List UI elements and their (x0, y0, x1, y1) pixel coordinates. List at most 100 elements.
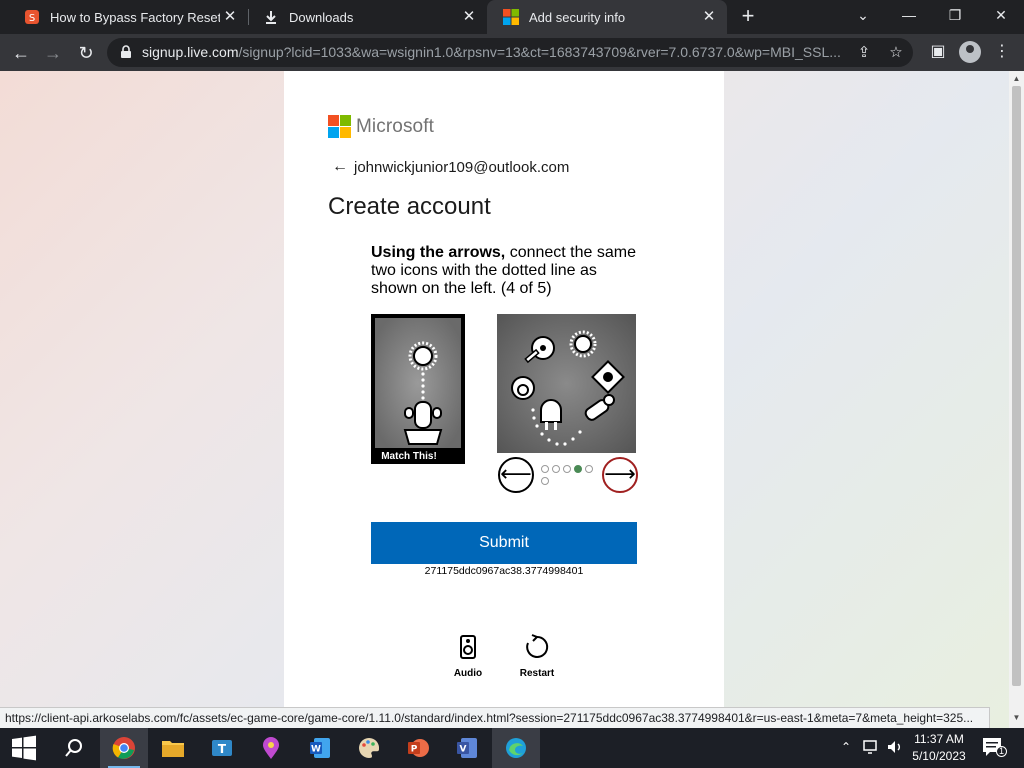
windows-logo-icon (12, 735, 36, 761)
shell-icon (511, 376, 535, 400)
taskbar-maps[interactable] (247, 728, 295, 768)
clock-date: 5/10/2023 (912, 749, 966, 763)
restart-label: Restart (519, 668, 555, 679)
tab-title: Add security info (529, 9, 626, 25)
address-bar[interactable]: signup.live.com/signup?lcid=1033&wa=wsig… (107, 38, 913, 67)
audio-label: Audio (453, 668, 483, 679)
restore-button[interactable]: ❐ (932, 0, 978, 30)
scroll-down-icon[interactable]: ▼ (1012, 713, 1021, 722)
instruction-bold: Using the arrows, (371, 244, 506, 261)
volume-icon[interactable] (884, 738, 906, 768)
taskbar-visio[interactable]: V (443, 728, 491, 768)
maps-icon (263, 737, 279, 759)
notifications-icon[interactable]: 1 (980, 737, 1007, 768)
close-window-button[interactable]: ✕ (978, 0, 1024, 30)
pager-dot (541, 465, 549, 473)
microsoft-logo-icon (328, 115, 351, 138)
tab-strip: S How to Bypass Factory Reset Pro ✕ Down… (0, 0, 1024, 34)
browser-toolbar: ← → ↻ signup.live.com/signup?lcid=1033&w… (0, 34, 1024, 71)
audio-button[interactable]: Audio (443, 634, 493, 679)
session-id: 271175ddc0967ac38.3774998401 (424, 565, 584, 577)
tray-overflow-icon[interactable]: ⌃ (836, 740, 856, 768)
pager-dot (563, 465, 571, 473)
taskbar-chrome[interactable] (100, 728, 148, 768)
forward-button[interactable]: → (40, 40, 66, 66)
lock-icon[interactable] (119, 45, 133, 59)
taskbar-word[interactable]: W (296, 728, 344, 768)
site-favicon-icon: S (25, 10, 39, 24)
taskbar-edge[interactable] (492, 728, 540, 768)
network-icon[interactable] (860, 738, 882, 768)
notification-count-badge: 1 (996, 746, 1007, 757)
page-title: Create account (328, 193, 491, 220)
page-viewport: Microsoft ← johnwickjunior109@outlook.co… (0, 71, 1009, 728)
restart-button[interactable]: Restart (512, 634, 562, 679)
url-path: /signup?lcid=1033&wa=wsignin1.0&rpsnv=13… (238, 44, 841, 60)
powerpoint-icon: P (408, 739, 429, 757)
taskbar-clock[interactable]: 11:37 AM 5/10/2023 (906, 731, 972, 765)
reload-button[interactable]: ↻ (73, 40, 99, 66)
clock-time: 11:37 AM (914, 732, 964, 746)
url-text[interactable]: signup.live.com/signup?lcid=1033&wa=wsig… (142, 38, 854, 67)
file-explorer-icon (162, 741, 184, 757)
tab-downloads[interactable]: Downloads ✕ (247, 0, 487, 34)
close-tab-icon[interactable]: ✕ (701, 9, 717, 25)
captcha-puzzle-image (497, 314, 636, 453)
browser-menu-icon[interactable]: ⋮ (992, 42, 1012, 62)
share-icon[interactable]: ⇪ (855, 44, 873, 62)
tab-bypass-article[interactable]: S How to Bypass Factory Reset Pro ✕ (8, 0, 248, 34)
submit-button[interactable]: Submit (371, 522, 637, 564)
teams-icon: T (212, 740, 232, 756)
windows-taskbar: T W P V ⌃ 11:37 AM 5/10/2023 1 (0, 728, 1024, 768)
tab-add-security-info[interactable]: Add security info ✕ (487, 0, 727, 34)
new-tab-button[interactable]: + (737, 5, 759, 28)
puzzle-pager (541, 465, 593, 489)
minimize-button[interactable]: — (886, 0, 932, 30)
side-panel-icon[interactable]: ▣ (928, 42, 948, 62)
taskbar-paint[interactable] (345, 728, 393, 768)
search-button[interactable] (50, 728, 98, 768)
url-host: signup.live.com (142, 44, 239, 60)
close-tab-icon[interactable]: ✕ (461, 9, 477, 25)
svg-text:P: P (411, 745, 418, 755)
brand-name: Microsoft (356, 116, 434, 137)
captcha-instruction: Using the arrows, connect the same two i… (371, 244, 641, 298)
back-arrow-icon[interactable]: ← (332, 157, 348, 177)
chrome-icon (112, 737, 135, 759)
svg-text:T: T (218, 742, 227, 756)
svg-text:S: S (29, 13, 35, 24)
visio-icon: V (457, 738, 477, 758)
previous-arrow-button[interactable]: ⟵ (498, 457, 534, 493)
close-tab-icon[interactable]: ✕ (222, 9, 238, 25)
pager-dot-current (574, 465, 582, 473)
restart-icon (526, 634, 549, 658)
download-icon (266, 11, 276, 24)
back-button[interactable]: ← (8, 40, 34, 66)
start-button[interactable] (0, 728, 48, 768)
pager-dot (585, 465, 593, 473)
pager-dot (552, 465, 560, 473)
paint-icon (359, 737, 380, 758)
scroll-up-icon[interactable]: ▲ (1012, 74, 1021, 83)
next-arrow-button[interactable]: ⟶ (602, 457, 638, 493)
speaker-icon (460, 635, 476, 659)
microsoft-favicon-icon (503, 9, 519, 25)
svg-text:W: W (311, 745, 321, 755)
edge-icon (506, 738, 526, 758)
tab-title: Downloads (289, 9, 354, 25)
tab-title: How to Bypass Factory Reset Pro (50, 9, 220, 25)
match-example-image (375, 318, 461, 448)
match-example-panel: Match This! (371, 314, 465, 464)
taskbar-file-explorer[interactable] (149, 728, 197, 768)
match-this-label: Match This! (381, 451, 437, 462)
word-icon: W (310, 738, 330, 758)
profile-avatar-icon[interactable] (959, 41, 981, 63)
svg-text:V: V (460, 745, 467, 755)
signup-card: Microsoft ← johnwickjunior109@outlook.co… (284, 71, 724, 728)
bookmark-star-icon[interactable]: ☆ (887, 44, 905, 62)
taskbar-powerpoint[interactable]: P (394, 728, 442, 768)
search-icon (65, 739, 82, 757)
scrollbar-thumb[interactable] (1012, 86, 1021, 686)
taskbar-teams[interactable]: T (198, 728, 246, 768)
tab-search-icon[interactable]: ⌄ (840, 0, 886, 30)
